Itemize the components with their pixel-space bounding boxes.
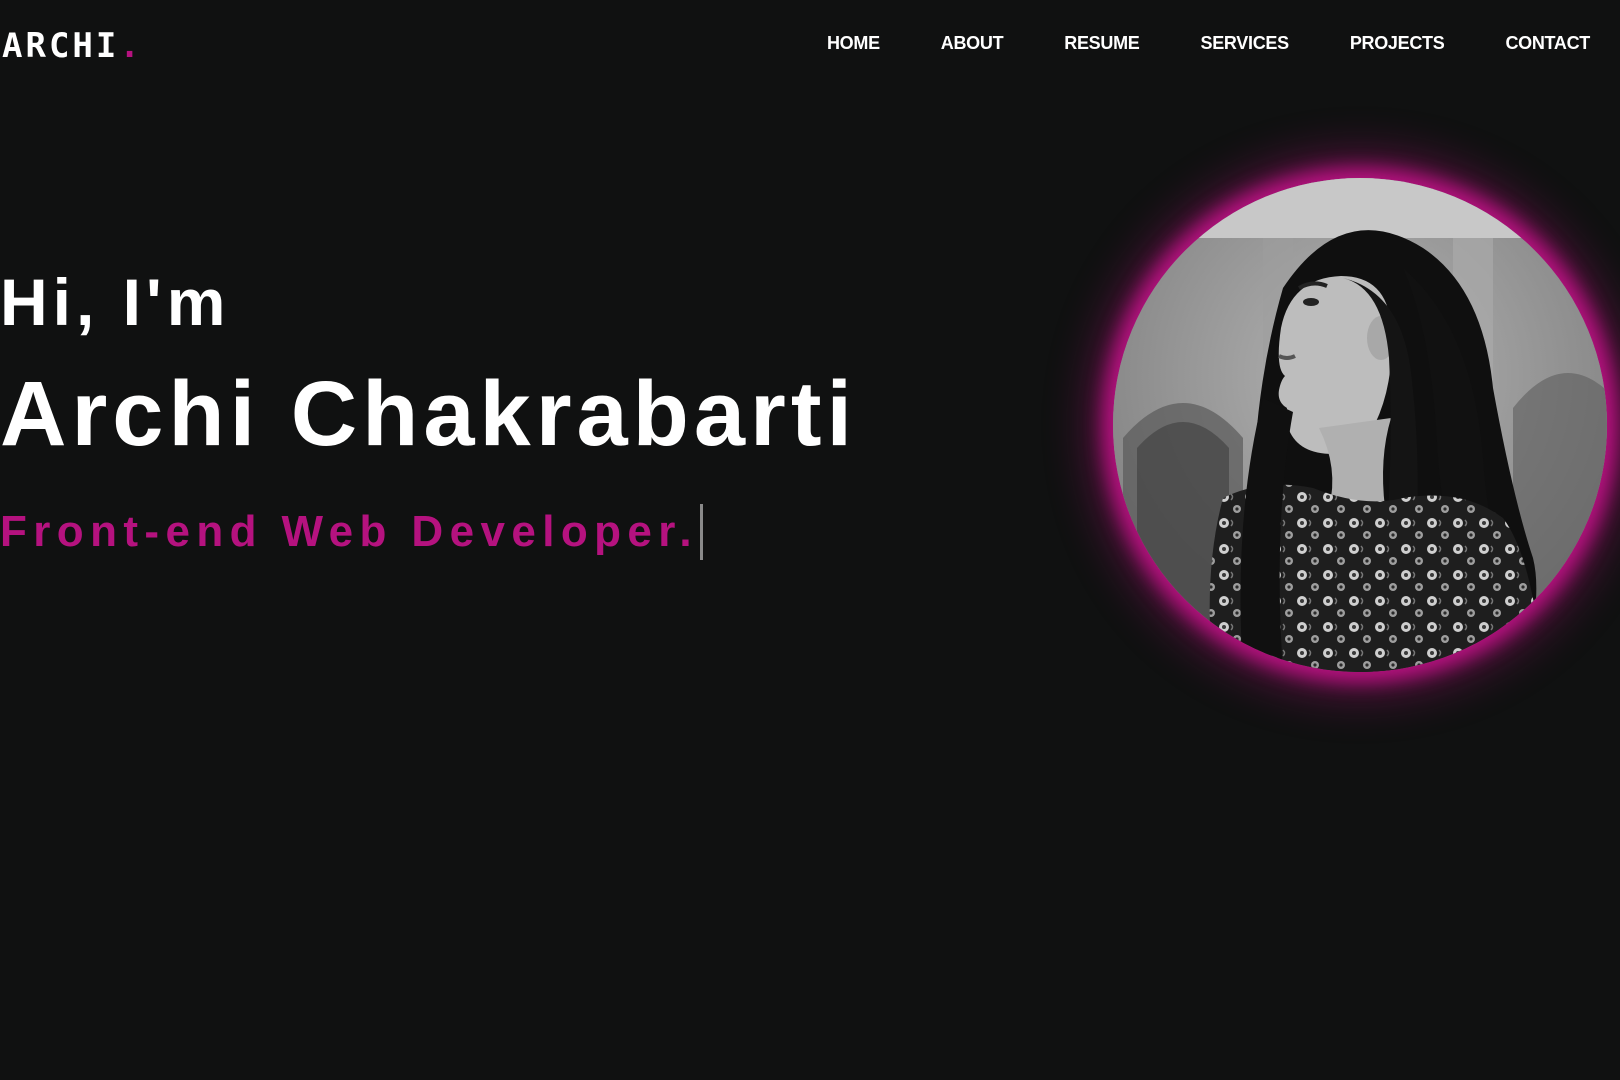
hero-section: Hi, I'm Archi Chakrabarti Front-end Web … bbox=[0, 262, 857, 562]
profile-photo bbox=[1113, 178, 1607, 672]
nav-link-projects[interactable]: PROJECTS bbox=[1350, 33, 1445, 53]
nav-link-home[interactable]: HOME bbox=[827, 33, 880, 53]
profile-photo-illustration bbox=[1113, 178, 1607, 672]
hero-role-line: Front-end Web Developer. bbox=[0, 502, 857, 562]
nav-link-services[interactable]: SERVICES bbox=[1201, 33, 1290, 53]
hero-role: Front-end Web Developer. bbox=[0, 507, 698, 556]
portfolio-page: ARCHI. HOME ABOUT RESUME SERVICES PROJEC… bbox=[0, 0, 1620, 1080]
typing-cursor bbox=[699, 504, 703, 560]
hero-name: Archi Chakrabarti bbox=[0, 363, 858, 465]
nav-link-contact[interactable]: CONTACT bbox=[1505, 33, 1590, 53]
site-logo[interactable]: ARCHI. bbox=[2, 26, 143, 66]
navbar: ARCHI. HOME ABOUT RESUME SERVICES PROJEC… bbox=[0, 0, 1620, 92]
nav-links: HOME ABOUT RESUME SERVICES PROJECTS CONT… bbox=[827, 33, 1590, 54]
logo-text: ARCHI bbox=[2, 26, 120, 66]
logo-dot: . bbox=[119, 26, 143, 66]
nav-link-about[interactable]: ABOUT bbox=[941, 33, 1004, 53]
hero-greeting: Hi, I'm bbox=[0, 265, 231, 339]
nav-link-resume[interactable]: RESUME bbox=[1064, 33, 1140, 53]
